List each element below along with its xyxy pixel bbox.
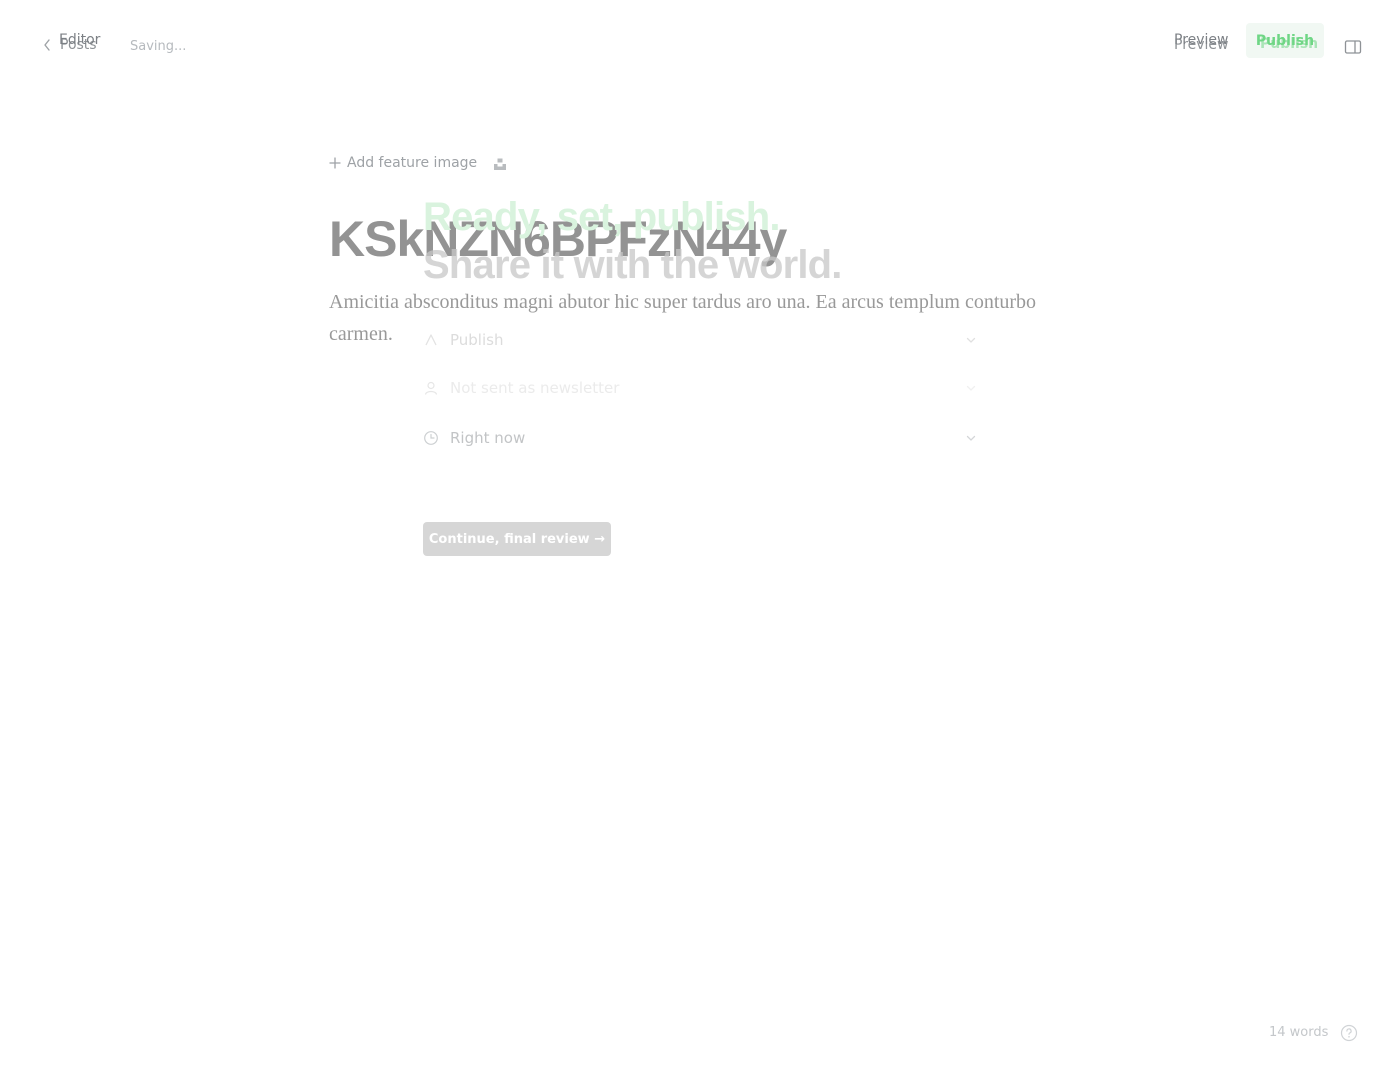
newsletter-option-label: Not sent as newsletter [450,379,620,397]
publish-flow-overlay: Editor Preview Publish Ready, set, publi… [0,0,1400,1080]
publish-heading-line2: Share it with the world. [423,243,842,287]
publish-flow-publish-button[interactable]: Publish [1246,23,1324,58]
post-editor-screen: Posts Saving... Preview Publish Add feat… [0,0,1400,1080]
publish-heading-line1: Ready, set, publish. [423,195,780,239]
back-to-editor-link[interactable]: Editor [59,32,100,48]
publish-flow-preview-button[interactable]: Preview [1174,32,1229,48]
chevron-down-icon [966,337,976,343]
clock-icon [424,431,438,445]
publish-type-label: Publish [450,331,504,349]
publish-type-option[interactable]: Publish [423,320,983,360]
continue-final-review-button[interactable]: Continue, final review → [423,522,611,556]
newsletter-option[interactable]: Not sent as newsletter [423,368,983,408]
publish-icon [425,334,437,346]
publish-button-label: Publish [1255,32,1315,49]
schedule-option-label: Right now [450,429,526,447]
schedule-option[interactable]: Right now [423,418,983,458]
publish-heading: Ready, set, publish. Share it with the w… [423,193,842,289]
chevron-down-icon [966,385,976,391]
newsletter-user-icon [424,381,438,395]
continue-button-label: Continue, final review → [428,531,606,547]
chevron-down-icon [966,435,976,441]
